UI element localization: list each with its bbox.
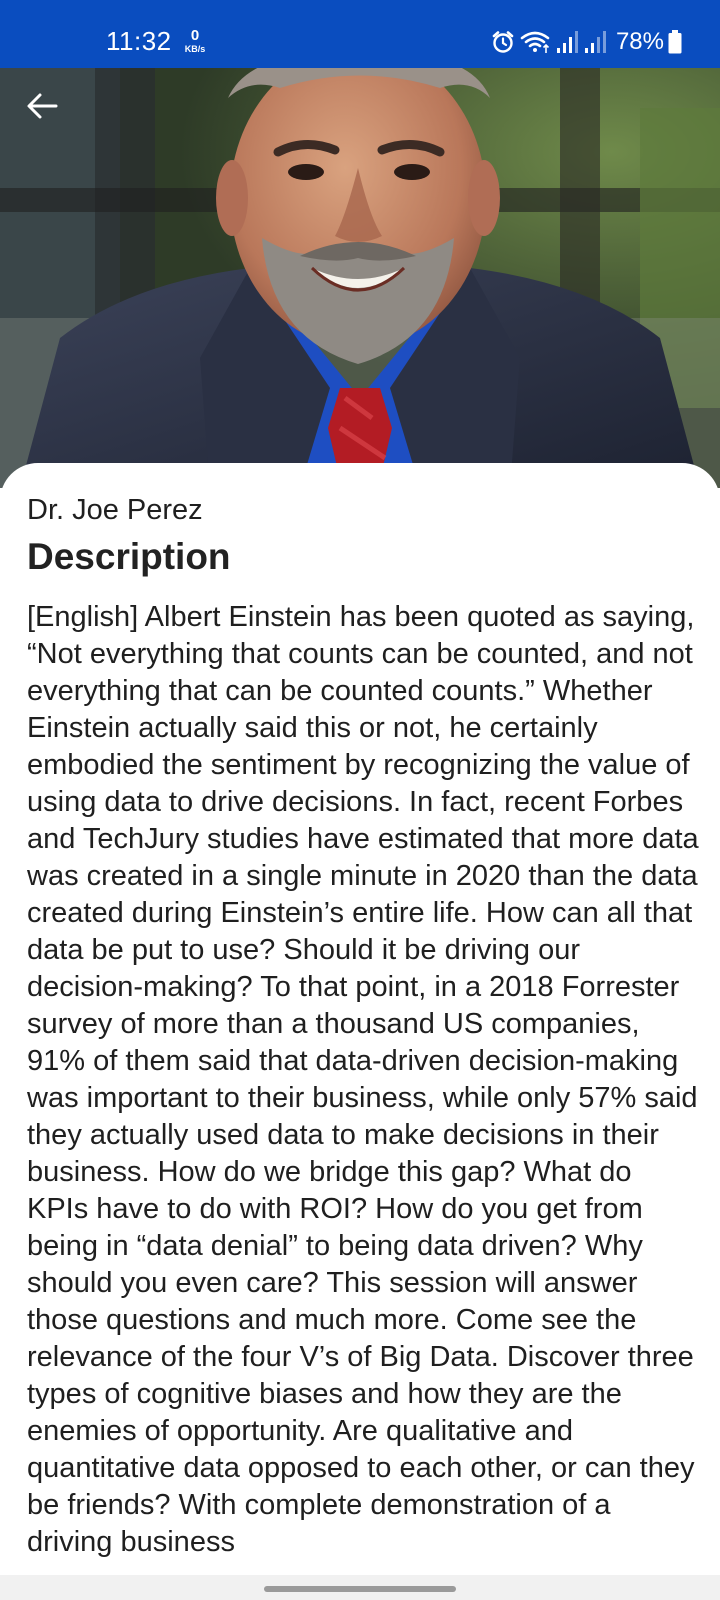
- status-bar: 11:32 0 KB/s 78%: [0, 0, 720, 68]
- alarm-icon: [490, 29, 516, 55]
- back-button[interactable]: [20, 86, 64, 130]
- session-detail-sheet: Dr. Joe Perez Description [English] Albe…: [0, 463, 720, 1575]
- section-title: Description: [27, 536, 231, 577]
- speaker-photo: [0, 68, 720, 488]
- status-icons: 78%: [490, 27, 682, 57]
- home-indicator[interactable]: [264, 1586, 456, 1592]
- wifi-icon: [520, 29, 552, 55]
- network-speed-value: 0: [190, 27, 200, 44]
- battery-percent: 78%: [615, 28, 664, 55]
- navigation-bar: [0, 1575, 720, 1600]
- network-speed-unit: KB/s: [184, 44, 206, 54]
- signal-icon: [584, 29, 608, 55]
- signal-icon: [556, 29, 580, 55]
- speaker-name[interactable]: Dr. Joe Perez: [27, 493, 203, 527]
- battery-icon: [668, 30, 682, 54]
- network-speed: 0 KB/s: [180, 27, 210, 55]
- status-time: 11:32: [106, 26, 172, 56]
- session-description: [English] Albert Einstein has been quote…: [27, 601, 699, 1558]
- arrow-left-icon: [26, 92, 58, 125]
